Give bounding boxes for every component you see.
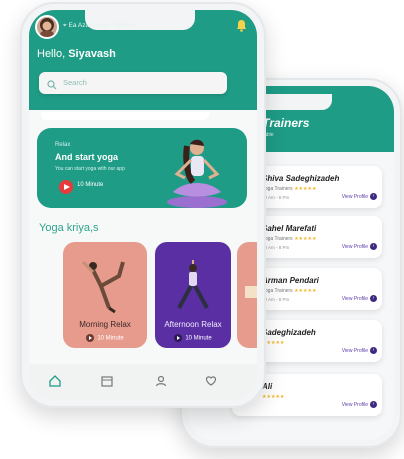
book-illustration (245, 286, 257, 298)
kriya-card[interactable]: Morning Relax 10 Minute (63, 242, 147, 348)
rating-stars-icon: ★★★★★ (294, 236, 317, 242)
trainer-name: Shiva Sadeghizadeh (262, 174, 340, 183)
promo-title: And start yoga (55, 152, 119, 162)
user-icon[interactable] (155, 374, 167, 392)
promo-description: You can start yoga with our app (55, 166, 125, 172)
home-screen: ⌖ Ea Azarbaijan - Tabriz ▾ Hello, Siyava… (29, 10, 257, 400)
header-divider (41, 112, 209, 120)
kriya-duration: 10 Minute (63, 334, 147, 342)
promo-kicker: Relax (55, 142, 71, 148)
yoga-woman-warrior-illustration (177, 260, 209, 309)
calendar-icon[interactable] (101, 374, 113, 392)
arrow-right-icon[interactable]: › (370, 295, 377, 302)
home-icon[interactable] (49, 374, 61, 392)
yoga-man-illustration (81, 260, 125, 314)
bell-icon[interactable] (236, 19, 247, 37)
search-placeholder: Search (63, 78, 87, 87)
arrow-right-icon[interactable]: › (370, 243, 377, 250)
home-phone: ⌖ Ea Azarbaijan - Tabriz ▾ Hello, Siyava… (20, 2, 266, 408)
play-icon[interactable] (174, 334, 183, 342)
view-profile-link[interactable]: View Profile (342, 244, 368, 250)
rating-stars-icon: ★★★★★ (262, 394, 285, 400)
search-input[interactable]: Search (39, 72, 227, 94)
yoga-woman-illustration (167, 139, 227, 208)
view-profile-link[interactable]: View Profile (342, 296, 368, 302)
home-header: ⌖ Ea Azarbaijan - Tabriz ▾ Hello, Siyava… (29, 10, 257, 110)
arrow-right-icon[interactable]: › (370, 347, 377, 354)
view-profile-link[interactable]: View Profile (342, 402, 368, 408)
kriya-label: Morning Relax (79, 320, 131, 329)
arrow-right-icon[interactable]: › (370, 401, 377, 408)
play-icon[interactable] (86, 334, 95, 342)
location-selector[interactable]: ⌖ Ea Azarbaijan - Tabriz ▾ (63, 22, 136, 30)
arrow-right-icon[interactable]: › (370, 193, 377, 200)
section-title: Yoga kriya,s (39, 222, 99, 234)
trainer-name: Arman Pendari (262, 276, 319, 285)
greeting-prefix: Hello, (37, 48, 69, 60)
trainer-role: Yoga Trainers ★★★★★ (262, 236, 317, 242)
tab-bar (29, 364, 257, 400)
search-icon (47, 77, 57, 95)
trainer-hours: 30 Am - 8 Pm (262, 245, 290, 250)
chevron-down-icon: ▾ (133, 22, 137, 29)
user-name: Siyavash (68, 48, 116, 60)
trainer-name: Sahel Marefati (262, 224, 317, 233)
trainer-role: ★★★★★ (262, 394, 284, 400)
promo-banner[interactable]: Relax And start yoga You can start yoga … (37, 128, 247, 208)
location-label: Ea Azarbaijan - Tabriz (68, 22, 132, 29)
promo-duration: 10 Minute (77, 182, 104, 188)
avatar[interactable] (35, 15, 59, 39)
kriya-duration: 10 Minute (155, 334, 231, 342)
greeting: Hello, Siyavash (37, 48, 116, 60)
kriya-label: Afternoon Relax (164, 320, 222, 329)
play-icon[interactable] (59, 180, 73, 194)
trainer-hours: 30 Am - 8 Pm (262, 195, 290, 200)
trainer-role: Yoga Trainers ★★★★★ (262, 186, 317, 192)
kriya-card-partial[interactable] (237, 242, 257, 348)
trainer-hours: 30 Am - 8 Pm (262, 297, 290, 302)
location-pin-icon: ⌖ (63, 22, 67, 29)
view-profile-link[interactable]: View Profile (342, 348, 368, 354)
rating-stars-icon: ★★★★★ (294, 186, 317, 192)
kriya-card[interactable]: Afternoon Relax 10 Minute (155, 242, 231, 348)
trainer-name: Sadeghizadeh (262, 328, 316, 337)
view-profile-link[interactable]: View Profile (342, 194, 368, 200)
heart-icon[interactable] (205, 374, 217, 392)
trainer-role: Yoga Trainers ★★★★★ (262, 288, 317, 294)
rating-stars-icon: ★★★★★ (294, 288, 317, 294)
